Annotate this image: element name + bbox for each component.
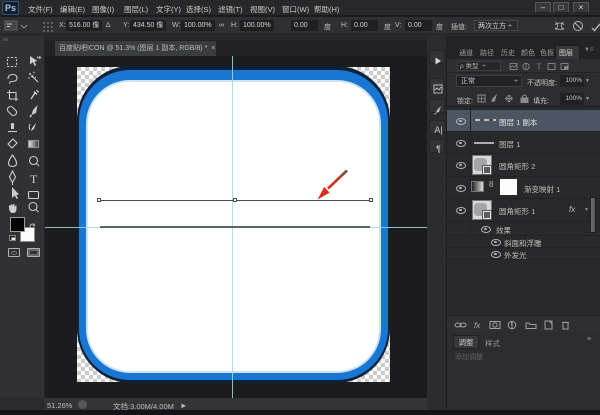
svg-text:T: T xyxy=(537,63,542,72)
svg-text:T: T xyxy=(30,172,38,186)
svg-text:fx: fx xyxy=(474,321,481,330)
